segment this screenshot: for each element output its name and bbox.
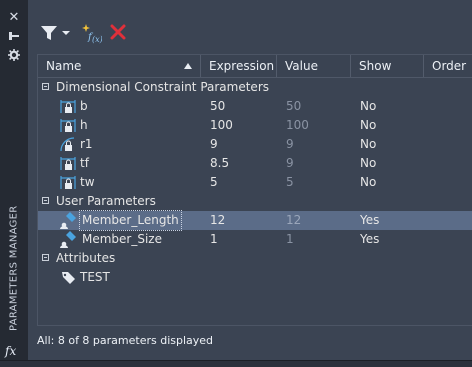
close-icon[interactable]: ✕	[5, 11, 23, 25]
collapse-icon[interactable]	[42, 197, 49, 204]
radius-dimension-lock-icon	[60, 137, 75, 152]
table-row[interactable]: tw 5 5 No	[38, 173, 472, 192]
linear-dimension-lock-icon	[60, 100, 76, 113]
group-label: Attributes	[56, 251, 116, 265]
new-user-parameter-button[interactable]: f (x)	[82, 24, 103, 44]
column-header-name[interactable]: Name	[38, 55, 201, 77]
user-parameter-icon	[60, 231, 76, 248]
collapse-icon[interactable]	[42, 83, 49, 90]
filter-icon	[41, 26, 70, 40]
parameters-grid: Name Expression Value Show Order Dimensi…	[37, 54, 472, 326]
column-header-value[interactable]: Value	[277, 55, 351, 77]
parameters-panel: f (x) Name Expression Value Show Order D…	[28, 0, 472, 360]
linear-dimension-lock-icon	[60, 176, 76, 189]
table-row-selected[interactable]: Member_Length 12 12 Yes	[38, 210, 472, 231]
new-user-parameter-icon: f (x)	[82, 24, 103, 44]
status-text: All: 8 of 8 parameters displayed	[37, 334, 214, 347]
fx-icon: fx	[5, 344, 17, 358]
table-row[interactable]: Member_Size 1 1 Yes	[38, 230, 472, 249]
column-header-order[interactable]: Order	[424, 55, 472, 77]
properties-gear-icon[interactable]	[5, 49, 23, 63]
table-row[interactable]: b 50 50 No	[38, 97, 472, 116]
sort-ascending-icon	[184, 63, 192, 69]
table-row[interactable]: h 100 100 No	[38, 116, 472, 135]
group-row-dimensional[interactable]: Dimensional Constraint Parameters	[38, 78, 472, 97]
delete-parameter-button[interactable]	[110, 24, 126, 42]
table-row[interactable]: r1 9 9 No	[38, 135, 472, 154]
palette-title: PARAMETERS MANAGER	[8, 205, 20, 331]
svg-text:(x): (x)	[92, 35, 102, 44]
autohide-icon[interactable]	[5, 30, 23, 44]
group-label: Dimensional Constraint Parameters	[56, 80, 269, 94]
group-row-attributes[interactable]: Attributes	[38, 249, 472, 268]
delete-icon	[110, 24, 126, 40]
group-label: User Parameters	[56, 194, 156, 208]
group-row-user-parameters[interactable]: User Parameters	[38, 192, 472, 211]
table-row[interactable]: TEST	[38, 268, 472, 287]
linear-dimension-lock-icon	[60, 157, 76, 170]
table-row[interactable]: tf 8.5 9 No	[38, 154, 472, 173]
collapse-icon[interactable]	[42, 254, 49, 261]
filter-button[interactable]	[40, 24, 72, 42]
linear-dimension-lock-icon	[60, 119, 76, 132]
palette-title-bar: ✕ PARAMETERS MANAGER fx	[0, 0, 29, 360]
user-parameter-icon	[60, 212, 76, 229]
column-header-show[interactable]: Show	[351, 55, 424, 77]
attribute-tag-icon	[62, 272, 75, 284]
toolbar: f (x)	[28, 18, 472, 48]
grid-header: Name Expression Value Show Order	[38, 55, 472, 78]
column-header-expression[interactable]: Expression	[201, 55, 277, 77]
